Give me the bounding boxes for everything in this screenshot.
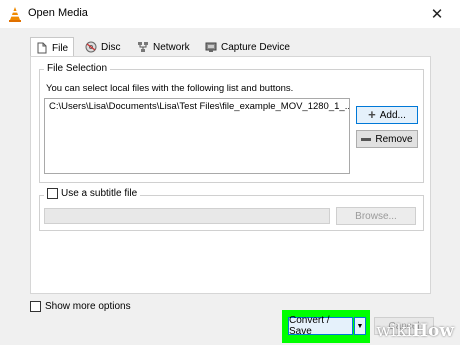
tab-capture-device-label: Capture Device <box>221 41 290 53</box>
tab-file-label: File <box>52 42 69 54</box>
file-list[interactable]: C:\Users\Lisa\Documents\Lisa\Test Files\… <box>44 98 350 174</box>
subtitle-checkbox-label[interactable]: Use a subtitle file <box>61 188 137 199</box>
window-title: Open Media <box>28 7 88 19</box>
subtitle-legend: Use a subtitle file <box>44 188 141 199</box>
remove-button[interactable]: Remove <box>356 130 418 148</box>
close-button[interactable]: ✕ <box>414 0 460 28</box>
tab-network[interactable]: Network <box>132 37 195 57</box>
subtitle-file-input[interactable] <box>44 208 330 224</box>
convert-save-button[interactable]: Convert / Save <box>288 315 353 337</box>
browse-button[interactable]: Browse... <box>336 207 416 225</box>
file-selection-group: File Selection You can select local file… <box>39 63 424 183</box>
convert-dropdown-arrow-icon[interactable]: ▼ <box>354 317 366 335</box>
add-button[interactable]: + Add... <box>356 106 418 124</box>
file-selection-hint: You can select local files with the foll… <box>46 83 294 94</box>
disc-icon <box>85 41 97 53</box>
tab-disc[interactable]: Disc <box>80 37 125 57</box>
capture-device-icon <box>205 42 217 52</box>
add-button-label: Add... <box>379 109 406 121</box>
file-selection-legend: File Selection <box>44 63 111 74</box>
title-bar: Open Media ✕ <box>0 0 460 28</box>
vlc-cone-icon <box>9 7 21 22</box>
tab-panel-file: File Selection You can select local file… <box>30 56 431 294</box>
tab-file[interactable]: File <box>30 37 75 58</box>
wikihow-watermark: wikiHow <box>376 321 454 341</box>
subtitle-checkbox[interactable] <box>47 188 58 199</box>
subtitle-group: Use a subtitle file Browse... <box>39 188 424 231</box>
minus-icon <box>361 137 372 141</box>
plus-icon: + <box>368 107 376 122</box>
network-icon <box>138 42 148 52</box>
file-icon <box>37 42 47 54</box>
convert-save-highlight: Convert / Save ▼ <box>282 310 370 343</box>
tab-disc-label: Disc <box>101 41 121 53</box>
remove-button-label: Remove <box>375 133 413 145</box>
tab-network-label: Network <box>153 41 190 53</box>
tab-bar: File Disc Network Capture Device <box>30 37 430 58</box>
list-item[interactable]: C:\Users\Lisa\Documents\Lisa\Test Files\… <box>49 101 349 112</box>
show-more-options[interactable]: Show more options <box>30 301 131 312</box>
show-more-options-label[interactable]: Show more options <box>45 301 131 312</box>
show-more-options-checkbox[interactable] <box>30 301 41 312</box>
tab-capture-device[interactable]: Capture Device <box>200 37 295 57</box>
